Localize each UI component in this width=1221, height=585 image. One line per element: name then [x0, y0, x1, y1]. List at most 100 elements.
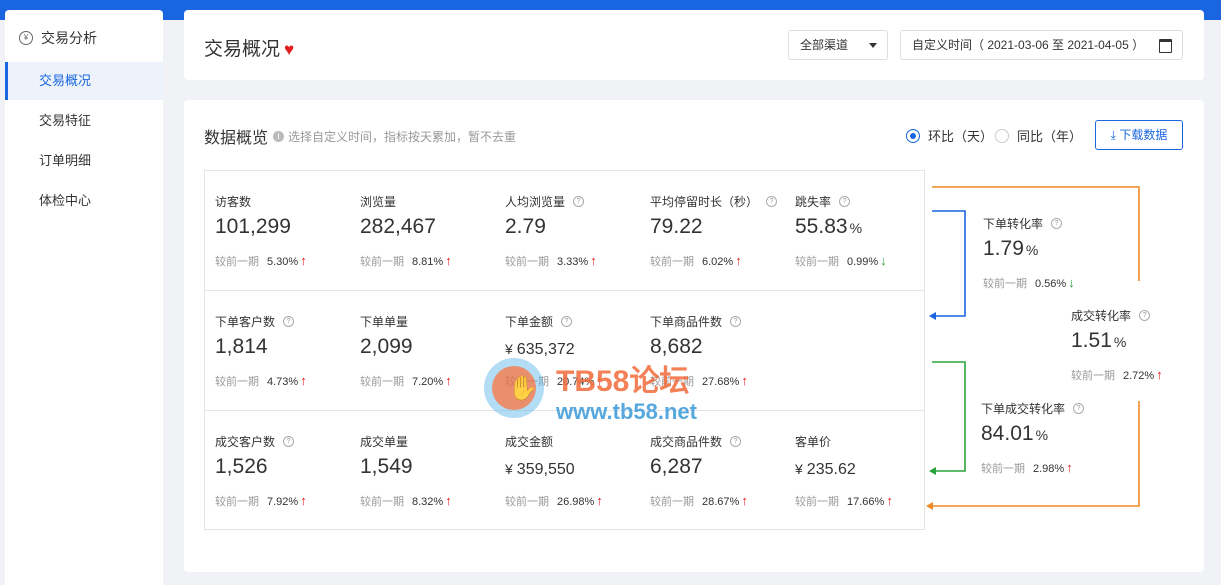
arrow-up-icon: ↑ [590, 253, 597, 268]
metric-value-text: 1,549 [360, 455, 413, 478]
blue-arrowhead [929, 312, 936, 320]
metric-card: 客单价 ¥235.62 较前一期 17.66% ↑ [795, 411, 935, 511]
help-icon[interactable]: ? [730, 316, 742, 327]
metric-value-text: 101,299 [215, 215, 291, 238]
calendar-icon [1159, 39, 1172, 53]
arrow-up-icon: ↑ [735, 253, 742, 268]
radio-day-over-day[interactable]: 环比（天） [906, 126, 993, 145]
metric-label-text: 下单客户数 [215, 315, 276, 329]
compare-label: 较前一期 [650, 256, 694, 268]
help-icon[interactable]: ? [1139, 310, 1151, 321]
metric-value: 1,549 [360, 455, 413, 479]
metric-compare: 较前一期 8.32% ↑ [360, 493, 452, 509]
compare-label: 较前一期 [795, 496, 839, 508]
download-button[interactable]: ⤓ 下载数据 [1095, 120, 1183, 150]
heart-icon[interactable]: ♥ [284, 40, 294, 59]
metric-unit: % [849, 220, 863, 236]
compare-percent: 28.67% [702, 496, 740, 508]
metric-value: 2.79 [505, 215, 546, 239]
help-icon[interactable]: ? [839, 196, 851, 207]
metric-label: 成交转化率? [1071, 307, 1151, 324]
currency-symbol: ¥ [505, 461, 513, 477]
metric-label: 下单单量 [360, 313, 408, 330]
metric-value-text: 2.79 [505, 215, 546, 238]
channel-select[interactable]: 全部渠道 [788, 30, 888, 60]
radio-year-over-year[interactable]: 同比（年） [995, 126, 1082, 145]
help-icon[interactable]: ? [283, 316, 295, 327]
metric-compare: 较前一期 26.98% ↑ [505, 493, 603, 509]
help-icon[interactable]: ? [561, 316, 573, 327]
help-icon[interactable]: ? [766, 196, 778, 207]
metric-value-text: 282,467 [360, 215, 436, 238]
metric-card: 跳失率? 55.83% 较前一期 0.99% ↓ [795, 171, 935, 271]
metric-value: 1.51% [1071, 329, 1126, 353]
metric-label: 下单客户数? [215, 313, 295, 330]
metric-value-text: 79.22 [650, 215, 703, 238]
arrow-up-icon: ↑ [445, 493, 452, 508]
compare-percent: 5.30% [267, 256, 299, 268]
compare-label: 较前一期 [215, 496, 259, 508]
compare-percent: 3.33% [557, 256, 589, 268]
metric-card: 访客数 101,299 较前一期 5.30% ↑ [215, 171, 355, 271]
overview-panel: 数据概览 i 选择自定义时间，指标按天累加，暂不去重 环比（天） 同比（年） ⤓… [184, 100, 1204, 572]
caret-down-icon [869, 43, 877, 48]
green-line [932, 361, 966, 472]
metric-value-text: 55.83 [795, 215, 848, 238]
help-icon[interactable]: ? [283, 436, 295, 447]
metric-value-text: 2,099 [360, 335, 413, 358]
compare-percent: 7.92% [267, 496, 299, 508]
arrow-up-icon: ↑ [445, 373, 452, 388]
compare-percent: 7.20% [412, 376, 444, 388]
compare-label: 较前一期 [650, 496, 694, 508]
metric-card: 平均停留时长（秒）? 79.22 较前一期 6.02% ↑ [650, 171, 790, 271]
metric-compare: 较前一期 5.30% ↑ [215, 253, 307, 269]
metric-compare: 较前一期 7.92% ↑ [215, 493, 307, 509]
metric-label-text: 跳失率 [795, 195, 832, 209]
orange-arrowhead [926, 502, 933, 510]
metric-value: 1.79% [983, 237, 1038, 261]
metric-label: 客单价 [795, 433, 831, 450]
metric-label: 平均停留时长（秒）? [650, 193, 778, 210]
compare-percent: 0.56% [1035, 278, 1067, 290]
sidebar-item-features[interactable]: 交易特征 [5, 102, 163, 140]
metric-label-text: 成交转化率 [1071, 309, 1132, 323]
arrow-up-icon: ↑ [741, 373, 748, 388]
compare-percent: 6.02% [702, 256, 734, 268]
compare-label: 较前一期 [360, 256, 404, 268]
metric-label-text: 成交单量 [360, 435, 409, 449]
date-range-value: 自定义时间（ 2021-03-06 至 2021-04-05 ） [912, 38, 1145, 52]
channel-select-value: 全部渠道 [800, 38, 849, 52]
metric-compare: 较前一期 4.73% ↑ [215, 373, 307, 389]
help-icon[interactable]: ? [1051, 218, 1063, 229]
metric-value: 101,299 [215, 215, 291, 239]
metric-label-text: 下单单量 [360, 315, 409, 329]
metric-card: 成交转化率? 1.51% 较前一期 2.72% ↑ [1071, 285, 1211, 385]
metric-label-text: 平均停留时长（秒） [650, 195, 759, 209]
help-icon[interactable]: ? [1073, 403, 1085, 414]
metric-value-text: 359,550 [516, 461, 575, 478]
metric-label: 成交客户数? [215, 433, 295, 450]
sidebar-item-orders[interactable]: 订单明细 [5, 142, 163, 180]
radio-selected-icon [906, 128, 920, 143]
arrow-up-icon: ↑ [1156, 367, 1163, 382]
compare-label: 较前一期 [505, 256, 549, 268]
metric-label: 成交单量 [360, 433, 408, 450]
yen-circle-icon: ¥ [19, 31, 33, 45]
compare-label: 较前一期 [360, 376, 404, 388]
metric-value-text: 1,526 [215, 455, 268, 478]
currency-symbol: ¥ [795, 461, 803, 477]
sidebar-item-overview[interactable]: 交易概况 [5, 62, 163, 100]
metric-value-text: 84.01 [981, 422, 1034, 445]
sidebar-item-health-check[interactable]: 体检中心 [5, 182, 163, 220]
metric-label: 下单转化率? [983, 215, 1063, 232]
section-hint: i 选择自定义时间，指标按天累加，暂不去重 [273, 128, 516, 145]
help-icon[interactable]: ? [573, 196, 585, 207]
arrow-up-icon: ↑ [300, 493, 307, 508]
metric-card: 下单客户数? 1,814 较前一期 4.73% ↑ [215, 291, 355, 391]
metric-value: 1,814 [215, 335, 268, 359]
radio-day-label: 环比（天） [928, 129, 994, 144]
date-range-picker[interactable]: 自定义时间（ 2021-03-06 至 2021-04-05 ） [900, 30, 1183, 60]
compare-percent: 26.98% [557, 496, 595, 508]
metric-label: 浏览量 [360, 193, 396, 210]
metric-label-text: 下单成交转化率 [981, 402, 1066, 416]
